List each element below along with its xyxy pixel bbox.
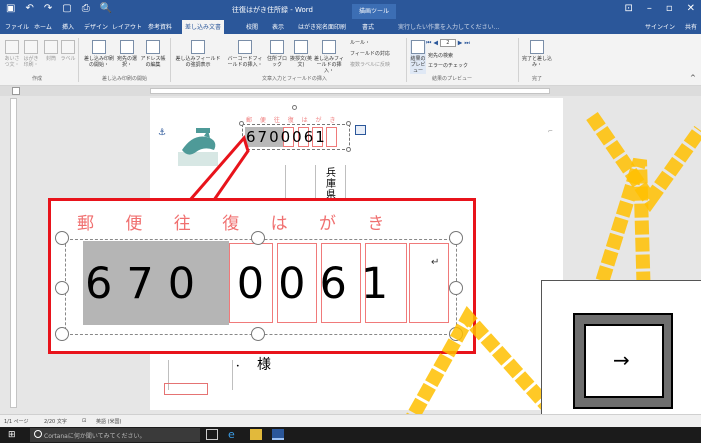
cortana-search-box[interactable]: Cortanaに何か聞いてみてください。	[30, 428, 200, 442]
right-arrow-key: →	[573, 313, 673, 409]
word-taskbar-icon[interactable]	[272, 429, 284, 440]
word-window: ▣ ↶ ↷ ▢ ⎙ 🔍 往復はがき住所録 - Word 描画ツール ⊡ – ▫ …	[0, 0, 701, 443]
right-arrow-icon: →	[613, 348, 630, 372]
language-indicator[interactable]: 英語 (米国)	[96, 418, 122, 425]
proofing-icon[interactable]: ⊡	[82, 418, 86, 424]
cortana-circle-icon[interactable]	[34, 430, 42, 438]
word-count[interactable]: 2/20 文字	[44, 418, 67, 425]
task-view-icon[interactable]	[206, 429, 218, 440]
status-bar: 1/1 ページ 2/20 文字 ⊡ 英語 (米国)	[0, 414, 701, 427]
windows-start-icon[interactable]: ⊞	[8, 430, 16, 440]
key-face: →	[584, 324, 664, 398]
windows-taskbar: ⊞ Cortanaに何か聞いてみてください。 e	[0, 427, 701, 443]
edge-browser-icon[interactable]: e	[228, 428, 240, 441]
page-count[interactable]: 1/1 ページ	[4, 418, 29, 425]
file-explorer-icon[interactable]	[250, 429, 262, 440]
